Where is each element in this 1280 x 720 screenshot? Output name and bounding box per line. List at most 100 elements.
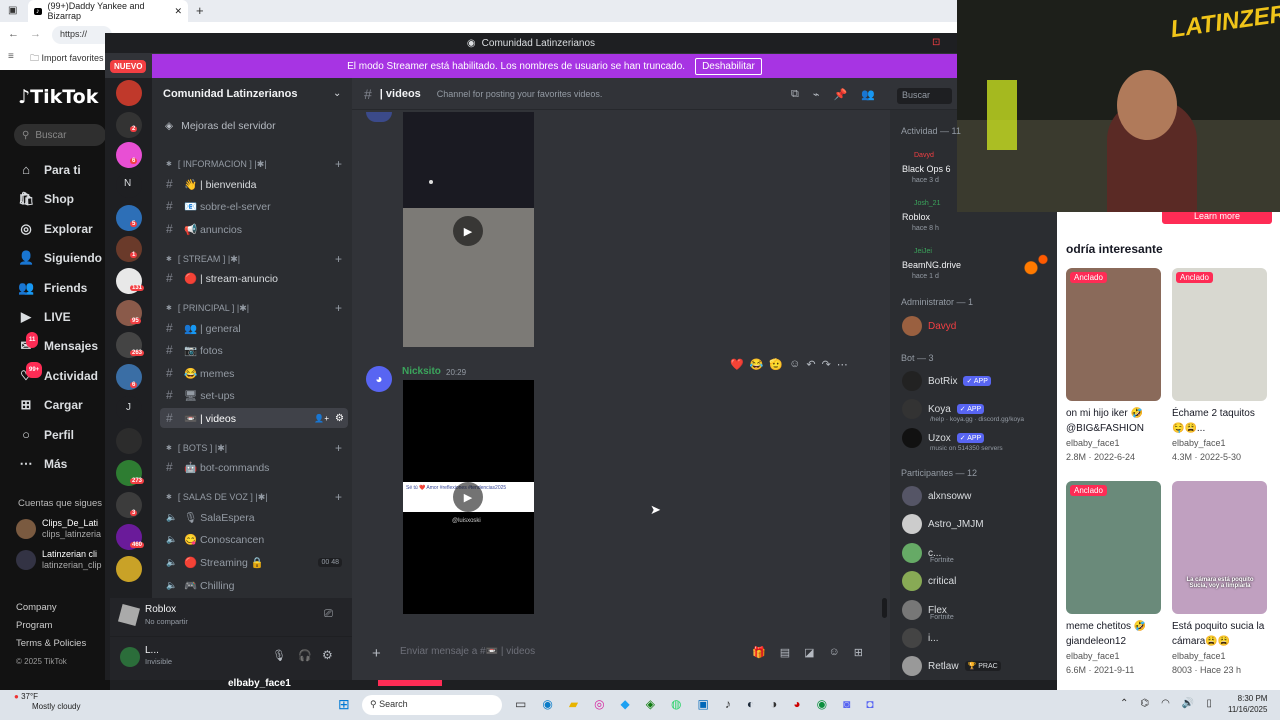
video-caption[interactable]: Está poquito sucia la — [1172, 621, 1264, 632]
gif-icon[interactable]: ▤ — [780, 646, 790, 659]
server-icon[interactable] — [116, 142, 142, 168]
tiktok-search-input[interactable]: ⚲ Buscar — [14, 124, 106, 146]
whatsapp-icon[interactable]: ◍ — [671, 697, 681, 711]
message-input[interactable]: Enviar mensaje a #📼 | videos — [400, 646, 535, 657]
invite-icon[interactable]: 👤+ — [314, 414, 329, 423]
member-participant[interactable]: Retlaw 🏆 PRAC — [902, 656, 1001, 676]
activity-game[interactable]: Black Ops 6 — [902, 164, 951, 174]
server-initial[interactable]: N — [124, 178, 131, 189]
obs-icon[interactable]: ◑ — [770, 697, 777, 711]
video-user[interactable]: elbaby_face1 — [1172, 438, 1226, 448]
footer-link[interactable]: Terms & Policies — [16, 635, 86, 653]
laugh-reaction-icon[interactable]: 😂 — [750, 358, 764, 371]
volume-icon[interactable]: 🔊 — [1182, 698, 1194, 709]
following-item[interactable]: Clips_De_Lati clips_latinzeria — [16, 518, 101, 540]
address-bar[interactable]: https:// — [52, 26, 112, 44]
tiktok-icon[interactable]: ♪ — [725, 697, 731, 711]
text-channel[interactable]: # 📷 fotos — [160, 340, 348, 360]
activity-user[interactable]: Davyd — [914, 152, 934, 159]
member-admin[interactable]: Davyd — [902, 316, 956, 336]
video-user[interactable]: elbaby_face1 — [1066, 438, 1120, 448]
video-thumbnail[interactable]: Anclado — [1172, 268, 1267, 401]
mute-icon[interactable]: ⌁ — [813, 88, 820, 101]
weather-widget[interactable]: ● 37°F Mostly cloudy — [14, 692, 80, 712]
windows-start-icon[interactable]: ⊞ — [338, 696, 350, 713]
text-channel[interactable]: # 🔴 | stream-anuncio — [160, 268, 348, 288]
server-initial[interactable]: J — [126, 402, 131, 413]
file-explorer-icon[interactable]: ▰ — [569, 697, 578, 711]
add-channel-icon[interactable]: + — [335, 441, 342, 455]
twitter-icon[interactable]: ◆ — [621, 697, 630, 711]
footer-link[interactable]: Company — [16, 599, 86, 617]
video-user[interactable]: elbaby_face1 — [1066, 651, 1120, 661]
server-icon[interactable] — [116, 205, 142, 231]
screen-share-icon[interactable]: ⊡ — [932, 37, 940, 48]
play-icon[interactable]: ▶ — [453, 482, 483, 512]
add-channel-icon[interactable]: + — [335, 490, 342, 504]
task-view-icon[interactable]: ▭ — [515, 697, 526, 711]
menu-icon[interactable]: ≡ — [8, 51, 14, 62]
video-caption-line2[interactable]: giandeleon12 — [1066, 636, 1126, 647]
tiktok-logo[interactable]: ♪TikTok — [18, 86, 98, 108]
discord-avatar-icon[interactable]: ◕ — [366, 366, 392, 392]
wifi-icon[interactable]: ◠ — [1161, 698, 1170, 709]
bookmark-import-favorites[interactable]: 🗀 Import favorites — [30, 51, 104, 67]
tiktok-nav-upload[interactable]: ⊞ Cargar — [18, 397, 83, 413]
server-boost[interactable]: ◈ Mejoras del servidor — [165, 120, 276, 132]
xbox-icon[interactable]: ◈ — [646, 697, 655, 711]
server-icon[interactable] — [116, 556, 142, 582]
channel-category[interactable]: ✱ [ PRINCIPAL ] |✱| + — [160, 298, 348, 318]
tiktok-nav-following[interactable]: 👤 Siguiendo — [18, 250, 102, 266]
add-channel-icon[interactable]: + — [335, 301, 342, 315]
clock[interactable]: 8:30 PM 11/16/2025 — [1228, 693, 1267, 715]
message-author[interactable]: Nicksito — [402, 366, 441, 377]
add-channel-icon[interactable]: + — [335, 157, 342, 171]
play-icon[interactable]: ▶ — [453, 216, 483, 246]
video-thumbnail[interactable]: Anclado — [1066, 268, 1161, 401]
pin-icon[interactable]: 📌 — [833, 88, 847, 101]
video-caption[interactable]: on mi hijo iker 🤣 — [1066, 408, 1143, 419]
tiktok-nav-home[interactable]: ⌂ Para ti — [18, 162, 81, 178]
close-tab-icon[interactable]: ✕ — [174, 6, 182, 17]
members-icon[interactable]: 👥 — [861, 88, 875, 101]
activity-user[interactable]: Josh_21 — [914, 200, 940, 207]
search-input[interactable]: Buscar — [897, 88, 952, 104]
tiktok-nav-live[interactable]: ▶ LIVE — [18, 309, 71, 325]
tiktok-nav-friends[interactable]: 👥 Friends — [18, 280, 87, 296]
channel-category[interactable]: ✱ [ BOTS ] |✱| + — [160, 438, 348, 458]
gear-icon[interactable]: ⚙ — [335, 413, 344, 424]
tab-list-icon[interactable]: ▣ — [8, 5, 17, 16]
tiktok-nav-shop[interactable]: 🛍 Shop — [18, 191, 74, 207]
member-bot[interactable]: BotRix ✓ APP — [902, 371, 991, 391]
chevron-up-icon[interactable]: ⌃ — [1120, 698, 1128, 709]
more-icon[interactable]: ⋯ — [837, 358, 848, 371]
server-icon[interactable] — [116, 428, 142, 454]
gear-icon[interactable]: ⚙ — [322, 648, 333, 662]
server-icon[interactable] — [116, 492, 142, 518]
chrome-icon[interactable]: ◉ — [817, 697, 827, 711]
apps-icon[interactable]: ⊞ — [854, 646, 863, 659]
video-user[interactable]: elbaby_face1 — [1172, 651, 1226, 661]
video-caption-line2[interactable]: @BIG&FASHION — [1066, 423, 1144, 434]
text-channel[interactable]: # 👋 | bienvenida — [160, 174, 348, 194]
footer-link[interactable]: Program — [16, 617, 86, 635]
reply-icon[interactable]: ↶ — [806, 358, 815, 371]
member-participant[interactable]: Astro_JMJM — [902, 514, 984, 534]
server-icon[interactable] — [116, 236, 142, 262]
text-channel[interactable]: # 📢 anuncios — [160, 219, 348, 239]
text-channel[interactable]: # 📼 | videos 👤+ ⚙ — [160, 408, 348, 428]
threads-icon[interactable]: ⧉ — [791, 88, 799, 101]
edge-icon[interactable]: ◉ — [542, 697, 552, 711]
emoji-icon[interactable]: ☺ — [829, 646, 840, 659]
channel-category[interactable]: ✱ [ INFORMACION ] |✱| + — [160, 154, 348, 174]
new-tab-button[interactable]: + — [196, 3, 204, 18]
discord-icon[interactable]: ◙ — [843, 697, 850, 711]
server-icon[interactable] — [116, 80, 142, 106]
back-icon[interactable]: ← — [8, 28, 19, 40]
chat-scrollbar[interactable] — [882, 598, 887, 618]
reaction-icon[interactable]: 🫡 — [769, 358, 783, 371]
network-icon[interactable]: ⌬ — [1140, 698, 1149, 709]
instagram-icon[interactable]: ◎ — [594, 697, 604, 711]
tiktok-nav-message[interactable]: ✉ 11 Mensajes — [18, 332, 98, 354]
video-thumbnail[interactable]: Anclado — [1066, 481, 1161, 614]
